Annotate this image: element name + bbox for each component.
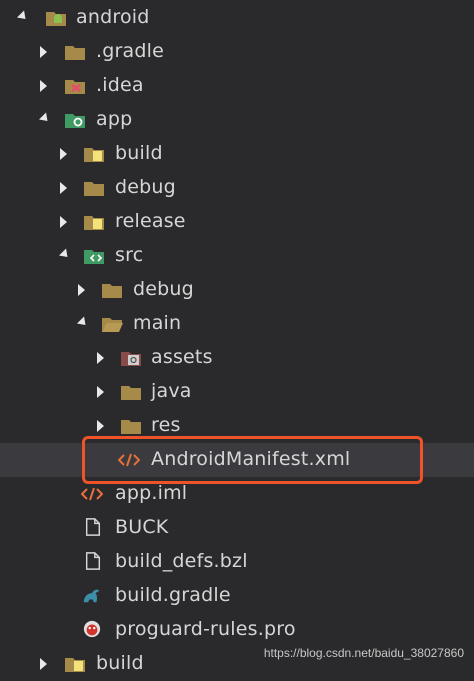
chevron-collapsed-icon[interactable] [60,148,67,160]
chevron-collapsed-icon[interactable] [40,46,47,58]
tree-item-label: build_defs.bzl [115,550,248,572]
chevron-expanded-icon[interactable] [76,316,90,329]
folder-icon [102,284,122,298]
tree-item-label: build [115,142,163,164]
tree-item-build-gradle[interactable]: build.gradle [0,579,474,613]
tree-item-buck[interactable]: BUCK [0,511,474,545]
proguard-icon [83,620,101,638]
file-icon [85,518,101,536]
tree-item-main[interactable]: main [0,307,474,341]
build-folder-icon [84,216,104,230]
tree-item-label: proguard-rules.pro [115,618,296,640]
chevron-collapsed-icon[interactable] [97,386,104,398]
tree-item-label: BUCK [115,516,169,538]
tree-item-label: app [96,108,133,130]
src-folder-icon [84,250,104,264]
file-icon [85,552,101,570]
tree-item-build-defs[interactable]: build_defs.bzl [0,545,474,579]
tree-item-android[interactable]: android [0,1,474,35]
assets-folder-icon [121,352,141,366]
folder-icon [121,386,141,400]
chevron-expanded-icon[interactable] [16,10,30,23]
tree-item-build[interactable]: build [0,137,474,171]
file-explorer-tree: android .gradle .idea app build debug re… [0,0,474,674]
tree-item-label: src [115,244,144,266]
tree-item-src[interactable]: src [0,239,474,273]
app-folder-icon [65,114,85,128]
folder-open-icon [102,318,123,332]
tree-item-app[interactable]: app [0,103,474,137]
build-folder-icon [84,148,104,162]
chevron-collapsed-icon[interactable] [60,216,67,228]
android-folder-icon [46,12,66,26]
chevron-collapsed-icon[interactable] [78,284,85,296]
tree-item-label: .gradle [96,40,164,62]
tree-item-label: build.gradle [115,584,231,606]
tree-item-label: app.iml [115,482,188,504]
tree-item-label: res [151,414,181,436]
tree-item-release[interactable]: release [0,205,474,239]
xml-file-icon [81,487,103,501]
folder-icon [65,46,85,60]
folder-icon [121,420,141,434]
tree-item-label: build [96,652,144,674]
tree-item-label: release [115,210,186,232]
watermark: https://blog.csdn.net/baidu_38027860 [263,646,464,660]
tree-item-label: assets [151,346,213,368]
chevron-collapsed-icon[interactable] [97,352,104,364]
chevron-collapsed-icon[interactable] [97,420,104,432]
chevron-expanded-icon[interactable] [58,248,72,261]
tree-item-label: main [133,312,182,334]
tree-item-proguard[interactable]: proguard-rules.pro [0,613,474,647]
tree-item-debug[interactable]: debug [0,171,474,205]
chevron-collapsed-icon[interactable] [40,80,47,92]
tree-item-java[interactable]: java [0,375,474,409]
tree-item-label: debug [115,176,176,198]
build-folder-icon [65,658,85,672]
chevron-collapsed-icon[interactable] [40,658,47,670]
chevron-expanded-icon[interactable] [38,112,52,125]
tree-item-assets[interactable]: assets [0,341,474,375]
chevron-collapsed-icon[interactable] [60,182,67,194]
tree-item-src-debug[interactable]: debug [0,273,474,307]
tree-item-label: debug [133,278,194,300]
tree-item-gradle-folder[interactable]: .gradle [0,35,474,69]
folder-icon [84,182,104,196]
highlight-annotation-box [82,436,423,484]
idea-folder-icon [65,80,85,94]
tree-item-label: java [151,380,192,402]
tree-item-label: .idea [96,74,144,96]
tree-item-idea-folder[interactable]: .idea [0,69,474,103]
tree-item-label: android [76,6,150,28]
gradle-icon [83,589,100,603]
